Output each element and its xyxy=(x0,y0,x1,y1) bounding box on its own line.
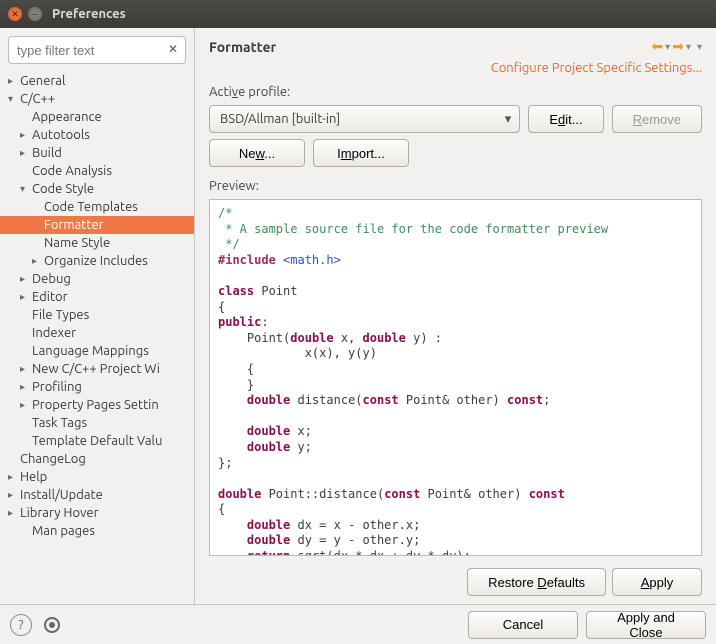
import-button[interactable]: Import... xyxy=(313,139,409,167)
tree-item-codestyle[interactable]: ▾Code Style xyxy=(0,180,194,198)
remove-button[interactable]: Remove xyxy=(612,105,702,133)
nav-arrows: ⬅ ▾ ➡ ▾ ▾ xyxy=(651,38,702,55)
preview-label: Preview: xyxy=(209,179,702,193)
sidebar: ✕ ▸General ▾C/C++ Appearance ▸Autotools … xyxy=(0,28,195,604)
tree-item-tasktags[interactable]: Task Tags xyxy=(0,414,194,432)
tree-item-codetemplates[interactable]: Code Templates xyxy=(0,198,194,216)
apply-button[interactable]: Apply xyxy=(612,568,702,596)
progress-icon[interactable] xyxy=(44,617,60,633)
tree-item-proppages[interactable]: ▸Property Pages Settin xyxy=(0,396,194,414)
nav-back-menu-icon[interactable]: ▾ xyxy=(665,41,670,53)
tree-item-langmappings[interactable]: Language Mappings xyxy=(0,342,194,360)
tree-item-build[interactable]: ▸Build xyxy=(0,144,194,162)
tree-item-debug[interactable]: ▸Debug xyxy=(0,270,194,288)
close-window-button[interactable]: ✕ xyxy=(8,7,22,21)
tree-item-changelog[interactable]: ChangeLog xyxy=(0,450,194,468)
apply-and-close-button[interactable]: Apply and Close xyxy=(586,611,706,639)
clear-filter-icon[interactable]: ✕ xyxy=(168,42,178,56)
cancel-button[interactable]: Cancel xyxy=(468,611,578,639)
tree-item-newprojwiz[interactable]: ▸New C/C++ Project Wi xyxy=(0,360,194,378)
nav-forward-menu-icon[interactable]: ▾ xyxy=(686,41,691,53)
tree-item-appearance[interactable]: Appearance xyxy=(0,108,194,126)
filter-input[interactable] xyxy=(8,36,186,64)
active-profile-combo[interactable]: BSD/Allman [built-in] xyxy=(209,105,520,133)
tree-item-codeanalysis[interactable]: Code Analysis xyxy=(0,162,194,180)
minimize-window-button[interactable]: – xyxy=(28,7,42,21)
active-profile-label: Active profile: xyxy=(209,85,702,99)
nav-forward-icon[interactable]: ➡ xyxy=(672,38,684,55)
configure-project-link[interactable]: Configure Project Specific Settings... xyxy=(491,61,702,75)
preference-tree[interactable]: ▸General ▾C/C++ Appearance ▸Autotools ▸B… xyxy=(0,72,194,604)
nav-menu-icon[interactable]: ▾ xyxy=(697,41,702,53)
tree-item-indexer[interactable]: Indexer xyxy=(0,324,194,342)
tree-item-ccpp[interactable]: ▾C/C++ xyxy=(0,90,194,108)
nav-back-icon[interactable]: ⬅ xyxy=(651,38,663,55)
tree-item-organizeincludes[interactable]: ▸Organize Includes xyxy=(0,252,194,270)
tree-item-formatter[interactable]: Formatter xyxy=(0,216,194,234)
tree-item-filetypes[interactable]: File Types xyxy=(0,306,194,324)
tree-item-autotools[interactable]: ▸Autotools xyxy=(0,126,194,144)
tree-item-help[interactable]: ▸Help xyxy=(0,468,194,486)
tree-item-profiling[interactable]: ▸Profiling xyxy=(0,378,194,396)
help-icon[interactable]: ? xyxy=(10,614,32,636)
page-heading: Formatter xyxy=(209,39,276,55)
new-button[interactable]: New... xyxy=(209,139,305,167)
footer: ? Cancel Apply and Close xyxy=(0,604,716,644)
main-panel: Formatter ⬅ ▾ ➡ ▾ ▾ Configure Project Sp… xyxy=(195,28,716,604)
edit-button[interactable]: Edit... xyxy=(528,105,603,133)
tree-item-templatedefault[interactable]: Template Default Valu xyxy=(0,432,194,450)
tree-item-installupdate[interactable]: ▸Install/Update xyxy=(0,486,194,504)
tree-item-namestyle[interactable]: Name Style xyxy=(0,234,194,252)
preview-pane: /* * A sample source file for the code f… xyxy=(209,199,702,556)
window-title: Preferences xyxy=(52,7,126,21)
restore-defaults-button[interactable]: Restore Defaults xyxy=(467,568,606,596)
tree-item-general[interactable]: ▸General xyxy=(0,72,194,90)
titlebar: ✕ – Preferences xyxy=(0,0,716,28)
tree-item-editor[interactable]: ▸Editor xyxy=(0,288,194,306)
tree-item-libraryhover[interactable]: ▸Library Hover xyxy=(0,504,194,522)
tree-item-manpages[interactable]: Man pages xyxy=(0,522,194,540)
